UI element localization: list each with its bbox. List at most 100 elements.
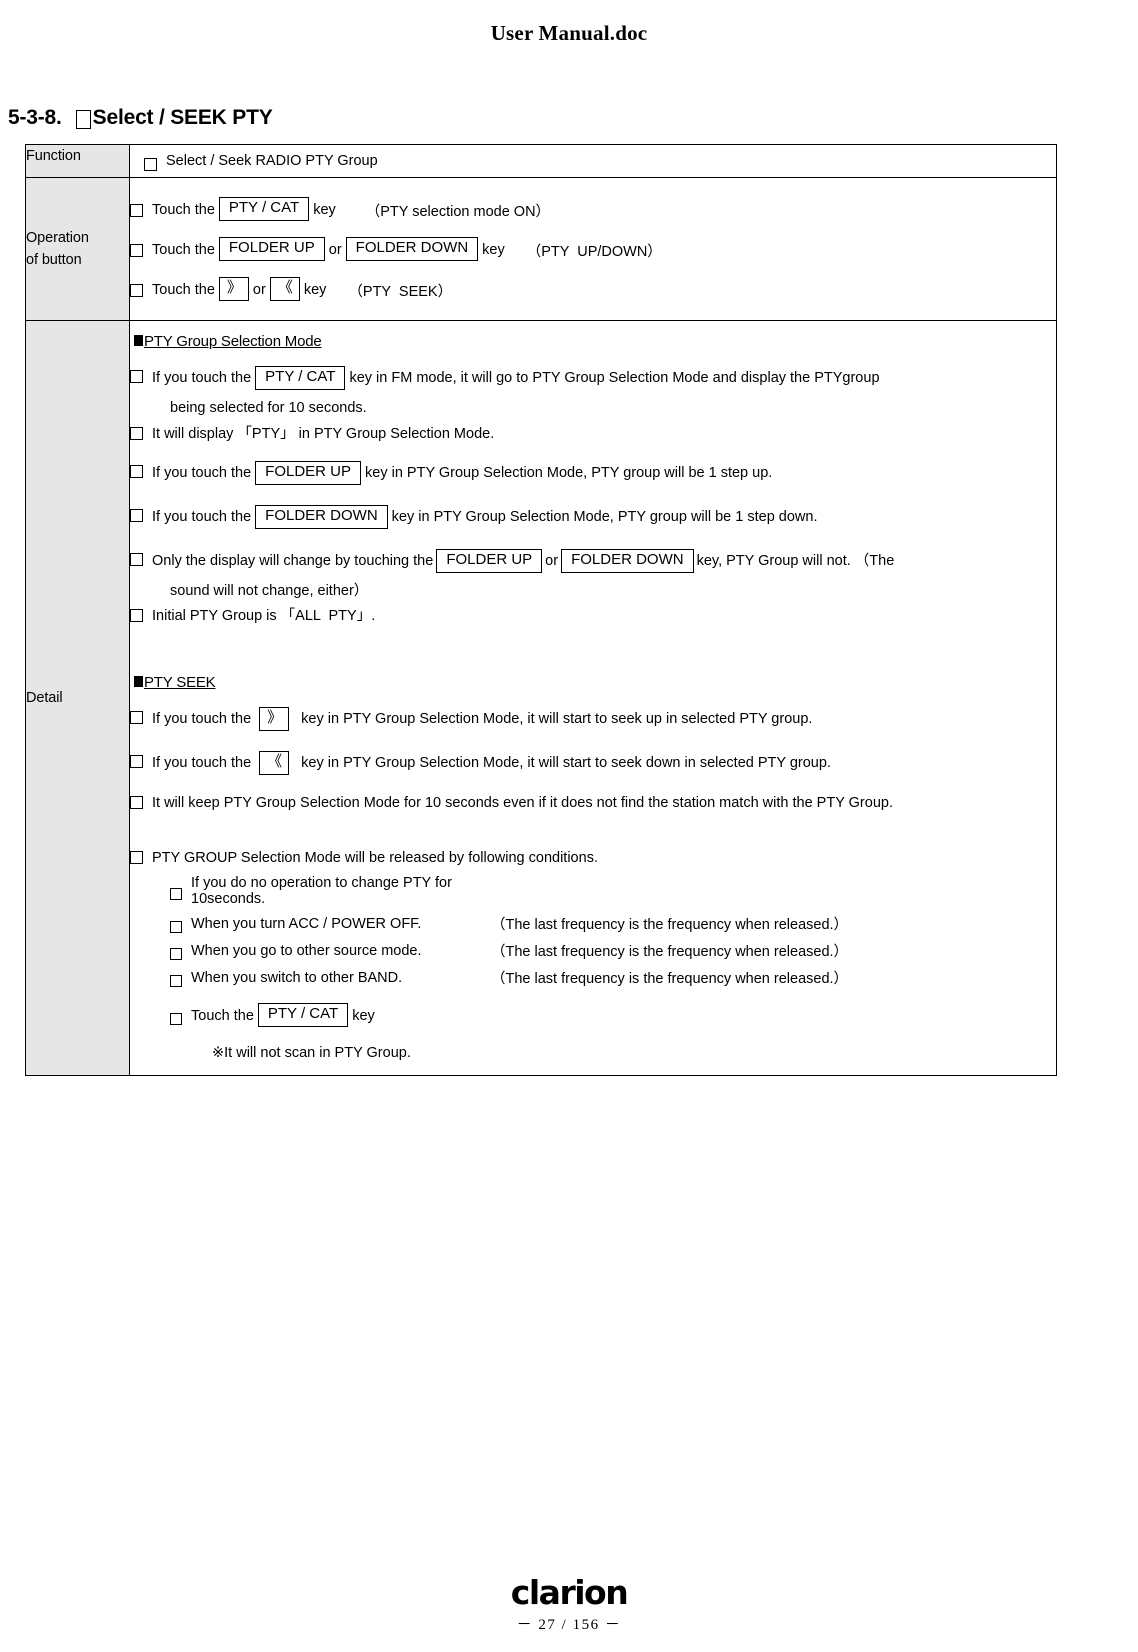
brand-logo: clarion [510,1573,629,1612]
release-condition-text: When you turn ACC / POWER OFF. [191,915,422,932]
key-seek-backward[interactable]: 《 [269,277,300,301]
release-condition-text: If you do no operation to change PTY for… [191,875,452,907]
checkbox-icon [130,711,143,724]
detail-item-folder-up: If you touch the FOLDER UP key in PTY Grou… [130,457,1056,491]
checkbox-icon [144,157,157,171]
checkbox-icon [130,851,143,865]
row-content-function: Select / Seek RADIO PTY Group [129,144,1057,178]
operation-suffix: key [313,202,336,218]
detail-item-display-pty: It will display 「PTY」 in PTY Group Selec… [130,422,1056,448]
operation-suffix: key [482,242,505,258]
operation-note: （PTY selection mode ON） [365,203,551,220]
subsection-heading-seek: PTY SEEK [134,674,216,691]
key-folder-down[interactable]: FOLDER DOWN [561,548,694,573]
checkbox-icon [170,974,182,987]
detail-text-a: Only the display will change by touching… [152,552,434,569]
detail-text-b: key in FM mode, it will go to PTY Group … [349,370,880,386]
filled-square-icon [134,335,143,346]
checkbox-icon [170,888,182,900]
function-value-text: Select / Seek RADIO PTY Group [166,153,378,169]
detail-text-a: If you touch the [152,509,252,525]
operation-item-seek: Touch the 》 or 《 key （PTY SEEK） [130,270,1056,310]
detail-item-seek-up: If you touch the 》 key in PTY Group Select… [130,703,1056,737]
document-page: User Manual.doc 5-3-8. Select / SEEK PTY… [0,0,1138,1652]
checkbox-icon [130,552,143,566]
key-seek-backward[interactable]: 《 [259,750,290,775]
row-label-detail: Detail [25,320,130,1076]
detail-text: If you touch the FOLDER DOWN key in PTY Gr… [152,505,818,530]
release-condition-list: If you do no operation to change PTY for… [130,872,1056,991]
detail-text-mid: or [545,552,559,569]
operation-conjunction: or [328,242,342,258]
detail-text-a: If you touch the [152,754,252,771]
detail-text: It will keep PTY Group Selection Mode fo… [152,794,893,811]
key-folder-down[interactable]: FOLDER DOWN [255,505,388,529]
release-touch-suffix: key [352,1007,375,1024]
key-seek-forward[interactable]: 》 [259,707,290,731]
row-content-operation: Touch the PTY / CAT key （PTY selection m… [129,177,1057,321]
release-condition-touch-key: Touch the PTY / CAT key [130,1001,1056,1031]
detail-item-initial-group: Initial PTY Group is 「ALL PTY」. [130,604,1056,630]
detail-text: Only the display will change by touching… [152,548,895,574]
subsection-heading-group: PTY Group Selection Mode [134,333,322,350]
detail-content: PTY Group Selection Mode If you touch th… [130,321,1056,1075]
detail-text-b: key, PTY Group will not. （The [696,552,895,569]
detail-item-release-intro: PTY GROUP Selection Mode will be release… [130,846,1056,872]
detail-text: Initial PTY Group is 「ALL PTY」. [152,608,376,625]
detail-item-folder-down: If you touch the FOLDER DOWN key in PTY Gr… [130,501,1056,535]
document-header-title: User Manual.doc [490,21,648,45]
key-pty-cat[interactable]: PTY / CAT [218,197,310,221]
checkbox-icon [130,509,143,522]
key-pty-cat[interactable]: PTY / CAT [257,1003,349,1027]
table-row-detail: Detail PTY Group Selection Mode If you t… [25,320,1057,1076]
detail-item-seek-down: If you touch the 《 key in PTY Group Select… [130,747,1056,781]
operation-item-folder: Touch the FOLDER UP or FOLDER DOWN key （… [130,230,1056,270]
spec-table: Function Select / Seek RADIO PTY Group O… [25,144,1057,1076]
release-condition-item: When you turn ACC / POWER OFF. （The last… [130,910,1056,937]
release-touch-prefix: Touch the [191,1007,254,1024]
checkbox-icon [170,1012,182,1025]
operation-prefix: Touch the [152,242,215,258]
function-value-line: Select / Seek RADIO PTY Group [130,145,1056,177]
detail-item-keep-mode: It will keep PTY Group Selection Mode fo… [130,791,1056,817]
detail-text: If you touch the FOLDER UP key in PTY Grou… [152,461,772,486]
detail-text-b: key in PTY Group Selection Mode, it will… [301,711,813,727]
checkbox-icon [130,426,143,440]
row-content-detail: PTY Group Selection Mode If you touch th… [129,320,1057,1076]
row-label-function: Function [25,144,130,178]
release-condition-text: When you switch to other BAND. [191,969,403,986]
release-condition-item: When you switch to other BAND. （The last… [130,964,1056,991]
operation-prefix: Touch the [152,282,215,298]
checkbox-icon [130,370,143,383]
release-condition-note: （The last frequency is the frequency whe… [491,971,849,987]
checkbox-icon [130,465,143,479]
detail-text: If you touch the PTY / CAT key in FM mode,… [152,366,880,391]
detail-text-a: If you touch the [152,465,252,482]
release-condition-item: When you go to other source mode. （The l… [130,937,1056,964]
key-pty-cat[interactable]: PTY / CAT [255,366,346,390]
section-title-text: Select / SEEK PTY [92,106,273,129]
detail-text-b: key in PTY Group Selection Mode, it will… [301,754,831,771]
checkbox-icon [130,243,143,257]
page-footer: clarion － 27 / 156 － [0,1576,1138,1634]
operation-suffix: key [303,282,327,298]
row-label-operation: Operation of button [25,177,130,321]
row-label-operation-line1: Operation [26,229,89,246]
checkbox-icon [170,947,182,960]
key-folder-up[interactable]: FOLDER UP [255,461,362,485]
checkbox-icon [130,754,143,768]
release-condition-note: （The last frequency is the frequency whe… [491,944,849,960]
key-folder-up[interactable]: FOLDER UP [436,548,543,573]
checkbox-icon [170,920,182,933]
section-number: 5-3-8. [8,106,62,129]
filled-square-icon [134,676,143,687]
release-condition-text: When you go to other source mode. [191,942,422,959]
detail-item-continuation: sound will not change, either） [170,582,369,599]
detail-text-a: If you touch the [152,711,252,727]
checkbox-icon [130,609,143,623]
key-seek-forward[interactable]: 》 [218,277,249,301]
detail-text: If you touch the 》 key in PTY Group Select… [152,707,813,732]
key-folder-up[interactable]: FOLDER UP [218,237,325,261]
checkbox-icon [130,283,143,297]
key-folder-down[interactable]: FOLDER DOWN [345,237,479,261]
